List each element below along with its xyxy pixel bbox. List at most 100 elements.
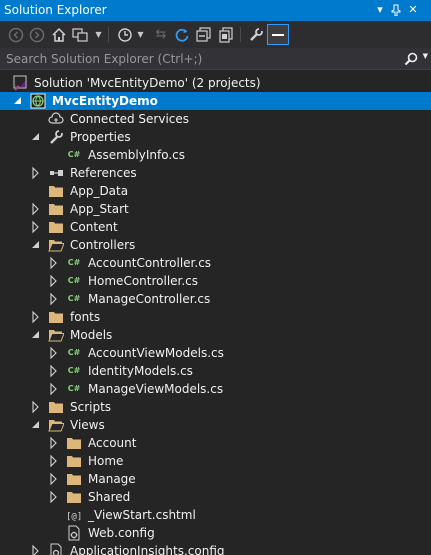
search-options-dropdown-icon[interactable]: ▼ — [423, 52, 428, 60]
close-icon[interactable]: ✕ — [404, 1, 422, 19]
expanded-arrow-icon[interactable] — [30, 128, 42, 146]
forward-icon[interactable] — [27, 25, 47, 45]
tree-item-label: Content — [70, 220, 118, 234]
preview-selected-icon[interactable] — [267, 24, 289, 45]
tree-item-label: AssemblyInfo.cs — [88, 148, 186, 162]
collapsed-arrow-icon[interactable] — [48, 488, 60, 506]
tree-item-account-view-models[interactable]: C# AccountViewModels.cs — [0, 344, 431, 362]
search-icon[interactable] — [403, 51, 419, 67]
tree-item-views-home[interactable]: Home — [0, 452, 431, 470]
toolbar-separator — [108, 27, 109, 42]
tree-item-app-data[interactable]: App_Data — [0, 182, 431, 200]
collapsed-arrow-icon[interactable] — [30, 218, 42, 236]
sync-icon[interactable]: ⇆ — [151, 25, 171, 45]
tree-item-label: App_Start — [70, 202, 129, 216]
collapsed-arrow-icon[interactable] — [30, 164, 42, 182]
tree-item-label: Connected Services — [70, 112, 190, 126]
collapsed-arrow-icon[interactable] — [48, 344, 60, 362]
collapsed-arrow-icon[interactable] — [48, 452, 60, 470]
toolbar-separator — [240, 27, 241, 42]
pending-changes-filter-icon[interactable] — [115, 25, 135, 45]
csharp-file-icon: C# — [67, 276, 81, 285]
svg-text:[@]: [@] — [66, 512, 82, 522]
collapsed-arrow-icon[interactable] — [30, 308, 42, 326]
tree-item-viewstart[interactable]: [@] _ViewStart.cshtml — [0, 506, 431, 524]
folder-icon — [48, 309, 64, 325]
folder-icon — [48, 183, 64, 199]
csharp-file-icon: C# — [67, 258, 81, 267]
tree-item-app-insights[interactable]: ApplicationInsights.config — [0, 542, 431, 555]
tree-item-identity-models[interactable]: C# IdentityModels.cs — [0, 362, 431, 380]
collapsed-arrow-icon[interactable] — [30, 542, 42, 555]
search-input[interactable] — [6, 51, 396, 67]
csharp-file-icon: C# — [67, 366, 81, 375]
solution-tree: Solution 'MvcEntityDemo' (2 projects) Mv… — [0, 74, 431, 555]
collapsed-arrow-icon[interactable] — [48, 434, 60, 452]
csharp-file-icon: C# — [67, 384, 81, 393]
window-title: Solution Explorer — [4, 3, 107, 17]
tree-item-label: Home — [88, 454, 124, 468]
tree-item-label: MvcEntityDemo — [52, 94, 158, 108]
filter-dropdown-icon[interactable]: ▼ — [136, 25, 145, 45]
toolbar: ▼ ▼ ⇆ — [0, 21, 431, 48]
tree-item-label: AccountViewModels.cs — [88, 346, 224, 360]
folder-icon — [66, 489, 82, 505]
collapsed-arrow-icon[interactable] — [48, 254, 60, 272]
tree-item-connected-services[interactable]: Connected Services — [0, 110, 431, 128]
tree-item-label: ManageController.cs — [88, 292, 211, 306]
expanded-arrow-icon[interactable] — [30, 236, 42, 254]
tree-item-assembly-info[interactable]: C# AssemblyInfo.cs — [0, 146, 431, 164]
collapsed-arrow-icon[interactable] — [30, 200, 42, 218]
expanded-arrow-icon[interactable] — [30, 326, 42, 344]
collapsed-arrow-icon[interactable] — [48, 380, 60, 398]
tree-item-app-start[interactable]: App_Start — [0, 200, 431, 218]
tree-item-fonts[interactable]: fonts — [0, 308, 431, 326]
pin-icon[interactable] — [387, 1, 405, 19]
tree-item-label: Web.config — [88, 526, 155, 540]
tree-item-label: ManageViewModels.cs — [88, 382, 224, 396]
back-icon[interactable] — [6, 25, 26, 45]
tree-item-controllers[interactable]: Controllers — [0, 236, 431, 254]
switch-views-icon[interactable] — [71, 25, 91, 45]
tree-item-label: HomeController.cs — [88, 274, 199, 288]
folder-icon — [66, 435, 82, 451]
home-icon[interactable] — [49, 25, 69, 45]
tree-item-views-account[interactable]: Account — [0, 434, 431, 452]
tree-item-label: fonts — [70, 310, 101, 324]
tree-item-scripts[interactable]: Scripts — [0, 398, 431, 416]
collapsed-arrow-icon[interactable] — [30, 398, 42, 416]
tree-item-label: Manage — [88, 472, 136, 486]
tree-item-solution[interactable]: Solution 'MvcEntityDemo' (2 projects) — [0, 74, 431, 92]
expanded-arrow-icon[interactable] — [12, 92, 24, 110]
collapsed-arrow-icon[interactable] — [48, 362, 60, 380]
tree-item-manage-view-models[interactable]: C# ManageViewModels.cs — [0, 380, 431, 398]
folder-icon — [66, 471, 82, 487]
folder-icon — [66, 453, 82, 469]
switch-views-dropdown-icon[interactable]: ▼ — [94, 25, 103, 45]
tree-item-properties[interactable]: Properties — [0, 128, 431, 146]
tree-item-models[interactable]: Models — [0, 326, 431, 344]
tree-item-label: AccountController.cs — [88, 256, 212, 270]
tree-item-content[interactable]: Content — [0, 218, 431, 236]
expanded-arrow-icon[interactable] — [30, 416, 42, 434]
tree-item-project[interactable]: MvcEntityDemo — [0, 92, 431, 110]
refresh-icon[interactable] — [172, 25, 192, 45]
collapse-all-icon[interactable] — [194, 25, 214, 45]
show-all-files-icon[interactable] — [216, 25, 236, 45]
collapsed-arrow-icon[interactable] — [48, 272, 60, 290]
web-project-icon — [30, 93, 46, 109]
tree-item-web-config-views[interactable]: Web.config — [0, 524, 431, 542]
tree-item-label: App_Data — [70, 184, 129, 198]
properties-icon[interactable] — [246, 25, 266, 45]
tree-item-views-manage[interactable]: Manage — [0, 470, 431, 488]
tree-item-references[interactable]: References — [0, 164, 431, 182]
tree-item-views-shared[interactable]: Shared — [0, 488, 431, 506]
collapsed-arrow-icon[interactable] — [48, 290, 60, 308]
tree-item-label: Solution 'MvcEntityDemo' (2 projects) — [34, 76, 261, 90]
collapsed-arrow-icon[interactable] — [48, 470, 60, 488]
tree-item-manage-controller[interactable]: C# ManageController.cs — [0, 290, 431, 308]
tree-item-account-controller[interactable]: C# AccountController.cs — [0, 254, 431, 272]
tree-item-views[interactable]: Views — [0, 416, 431, 434]
tree-item-home-controller[interactable]: C# HomeController.cs — [0, 272, 431, 290]
tree-item-label: _ViewStart.cshtml — [88, 508, 196, 522]
